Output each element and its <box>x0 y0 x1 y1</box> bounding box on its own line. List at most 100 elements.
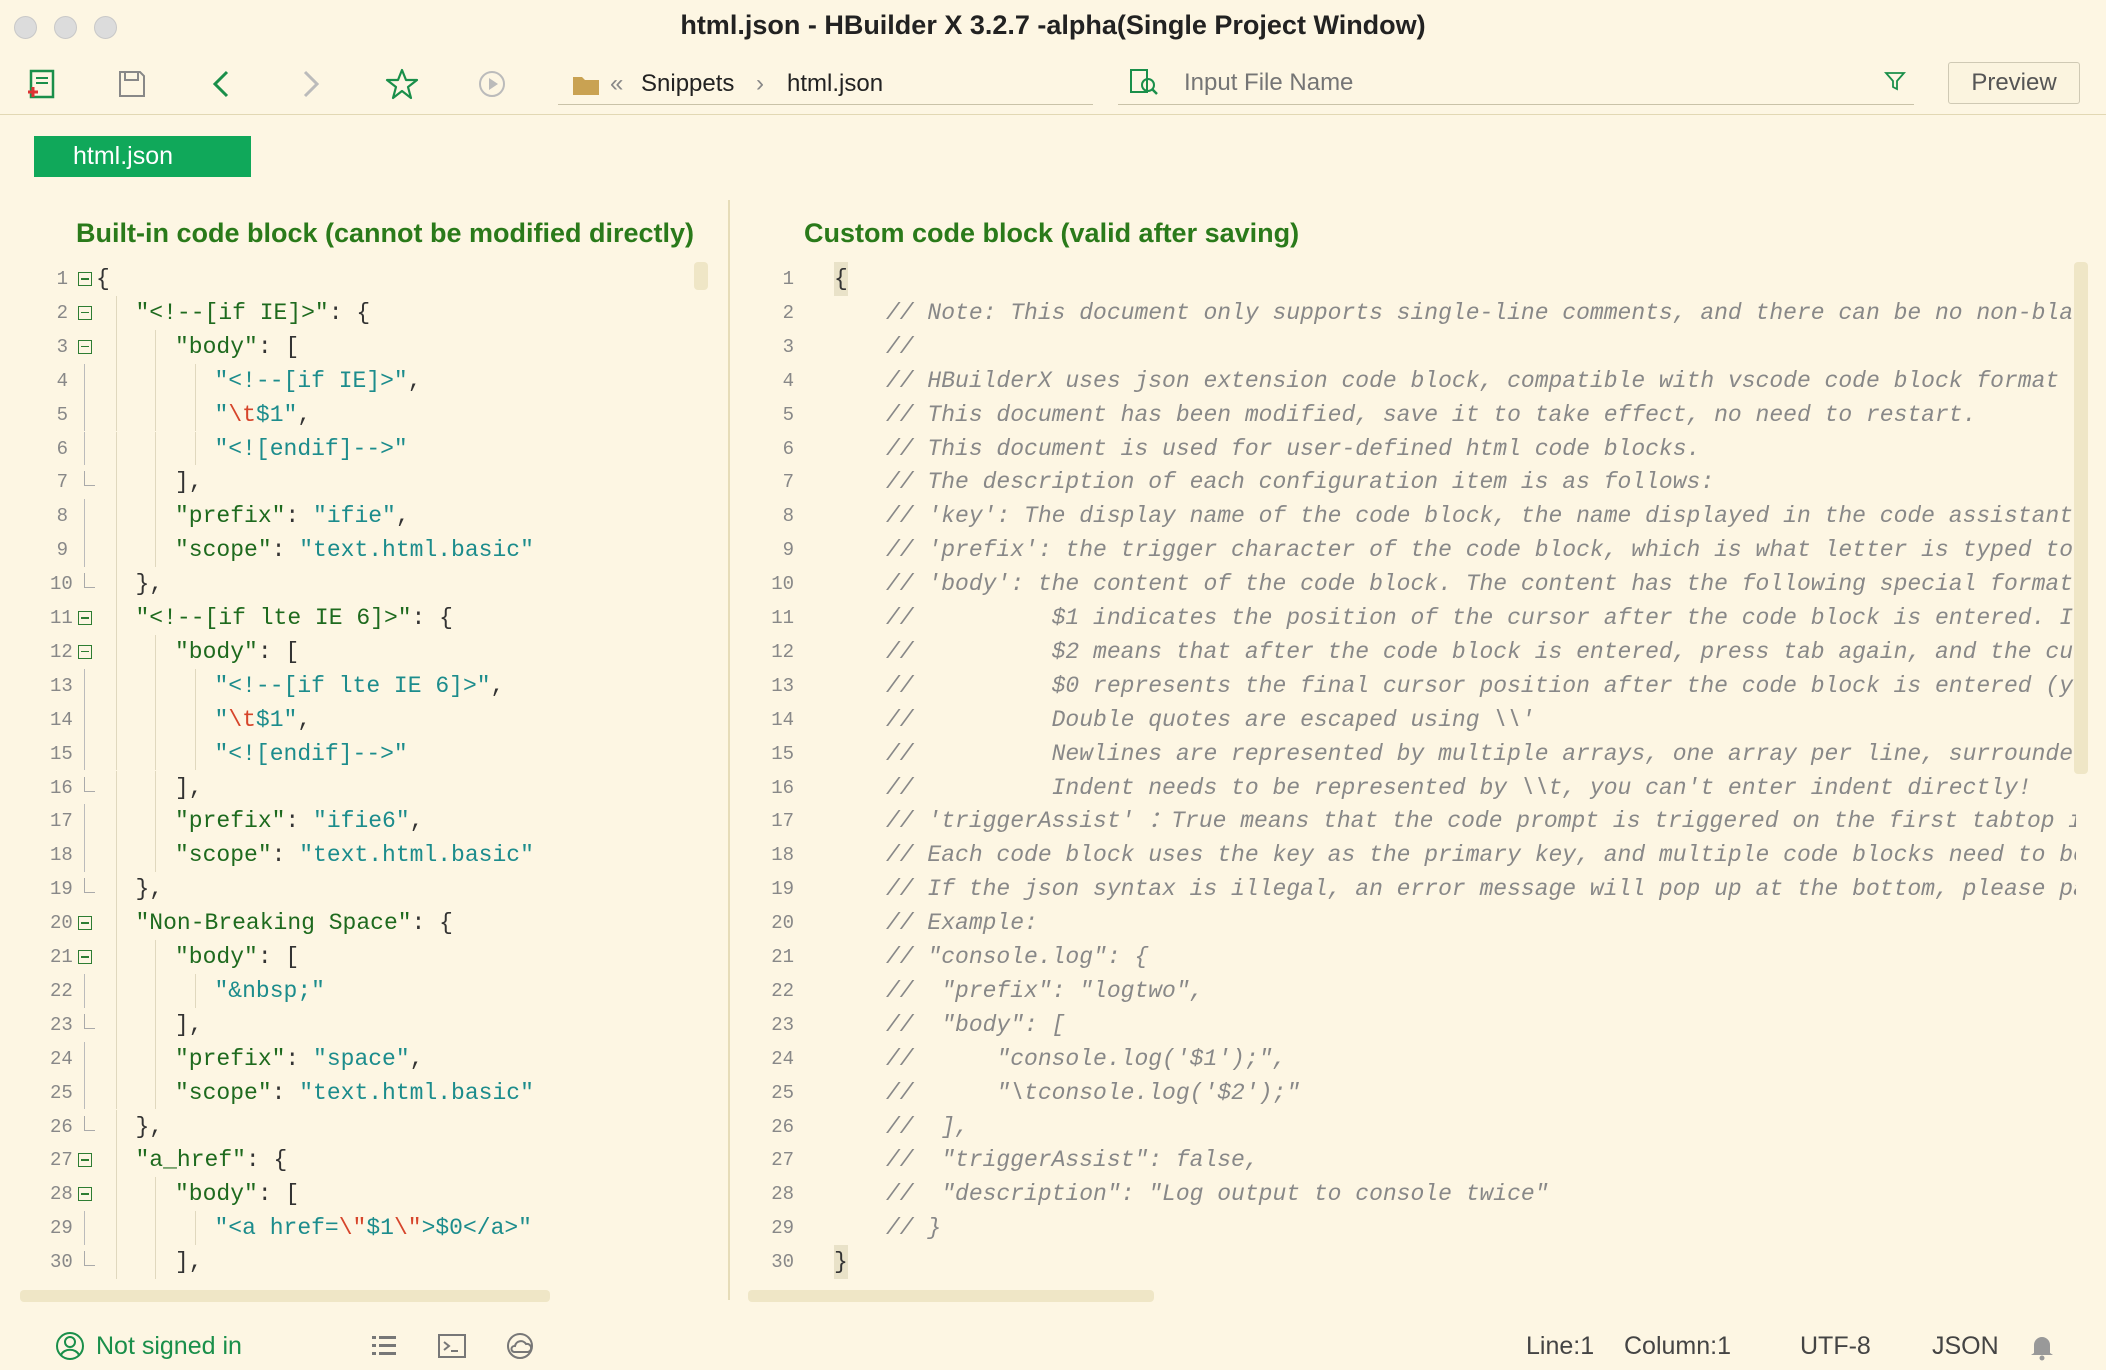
run-icon[interactable] <box>474 66 510 102</box>
signin-status[interactable]: Not signed in <box>96 1332 242 1361</box>
encoding[interactable]: UTF-8 <box>1800 1332 1871 1361</box>
line-number: 7 <box>56 471 68 494</box>
code-line: // This document is used for user-define… <box>886 435 1701 462</box>
code-line: // Example: <box>886 910 1038 937</box>
breadcrumb-folder[interactable]: Snippets <box>641 70 734 98</box>
fold-end-marker <box>84 1115 95 1131</box>
line-number: 15 <box>771 742 794 765</box>
builtin-code-editor[interactable]: 1{2 "<!--[if IE]>": {3 "body": [4 "<!--[if … <box>0 262 728 1282</box>
breadcrumb-chevrons[interactable]: « <box>610 70 623 98</box>
indent-guide <box>155 702 156 737</box>
cloud-icon[interactable] <box>504 1330 536 1362</box>
fold-toggle-icon[interactable] <box>78 339 92 354</box>
indent-guide <box>115 668 117 703</box>
fold-guide <box>84 431 85 466</box>
builtin-vertical-scrollbar[interactable] <box>694 262 708 290</box>
builtin-horizontal-scrollbar[interactable] <box>20 1290 550 1302</box>
code-token: "body" <box>175 638 258 665</box>
line-number: 26 <box>771 1115 794 1138</box>
code-token: "&nbsp;" <box>214 977 325 1004</box>
line-number: 21 <box>771 946 794 968</box>
custom-vertical-scrollbar[interactable] <box>2074 262 2088 774</box>
fold-toggle-icon[interactable] <box>78 950 92 964</box>
bell-icon[interactable] <box>2026 1330 2058 1362</box>
indent-guide <box>115 601 117 635</box>
indent-guide <box>115 1211 117 1246</box>
custom-code-editor[interactable]: 1 {2 // Note: This document only supports … <box>730 262 2076 1282</box>
indent-guide <box>155 634 156 669</box>
indent-guide <box>155 973 156 1008</box>
fold-toggle-icon[interactable] <box>78 644 92 659</box>
fold-end-marker <box>84 776 95 792</box>
indent-guide <box>115 940 117 974</box>
code-token: "<![endif]-->" <box>214 740 408 767</box>
file-name-input[interactable] <box>1182 66 1866 100</box>
indent-guide <box>155 1245 156 1279</box>
breadcrumb-file[interactable]: html.json <box>787 70 883 98</box>
line-number: 5 <box>56 403 68 426</box>
indent-guide <box>155 668 156 703</box>
code-token: : { <box>411 605 453 631</box>
fold-toggle-icon[interactable] <box>78 611 92 625</box>
indent-guide <box>115 329 117 364</box>
line-number: 17 <box>771 810 794 833</box>
fold-toggle-icon[interactable] <box>78 1153 92 1168</box>
code-token: : [ <box>257 944 300 970</box>
code-token: "ifie" <box>313 503 396 530</box>
code-token: \" <box>393 1215 422 1242</box>
list-icon[interactable] <box>368 1330 400 1362</box>
code-token: }, <box>135 571 164 598</box>
cursor-line[interactable]: Line:1 <box>1526 1332 1594 1361</box>
code-token: "<!--[if IE]>" <box>135 299 329 326</box>
indent-guide <box>115 1007 117 1042</box>
indent-guide <box>115 1041 117 1076</box>
line-number: 24 <box>771 1047 794 1070</box>
indent-guide <box>155 804 156 839</box>
fold-toggle-icon[interactable] <box>78 916 92 931</box>
file-search-icon <box>1130 69 1158 95</box>
star-icon[interactable] <box>384 66 420 102</box>
fold-toggle-icon[interactable] <box>78 272 92 286</box>
cursor-column[interactable]: Column:1 <box>1624 1332 1731 1361</box>
indent-guide <box>194 668 196 703</box>
line-number: 27 <box>50 1149 73 1172</box>
save-icon[interactable] <box>114 66 150 102</box>
line-number: 19 <box>50 878 73 901</box>
forward-icon[interactable] <box>292 66 328 102</box>
indent-guide <box>155 1007 156 1042</box>
code-token: "ifie6" <box>313 808 410 835</box>
preview-button[interactable]: Preview <box>1948 62 2080 104</box>
line-number: 1 <box>56 268 68 290</box>
indent-guide <box>155 465 156 500</box>
terminal-icon[interactable] <box>436 1330 468 1362</box>
line-number: 20 <box>50 912 73 935</box>
filter-icon[interactable] <box>1884 70 1906 92</box>
tab-html-json[interactable]: html.json <box>34 136 251 177</box>
fold-toggle-icon[interactable] <box>78 1187 92 1202</box>
new-file-icon[interactable] <box>24 66 60 102</box>
code-token: \" <box>338 1215 367 1242</box>
back-icon[interactable] <box>204 66 240 102</box>
indent-guide <box>155 1041 156 1076</box>
custom-horizontal-scrollbar[interactable] <box>748 1290 1154 1302</box>
fold-end-marker <box>84 1251 95 1267</box>
line-number: 26 <box>50 1115 73 1138</box>
indent-guide <box>115 838 117 873</box>
line-number: 3 <box>782 335 794 358</box>
fold-guide <box>84 973 85 1008</box>
code-token: "<![endif]-->" <box>214 435 408 462</box>
code-token: : <box>285 1045 314 1072</box>
line-number: 30 <box>771 1251 794 1274</box>
indent-guide <box>194 431 196 466</box>
indent-guide <box>115 431 117 466</box>
indent-guide <box>155 770 156 805</box>
indent-guide <box>115 736 117 771</box>
code-line: // $2 means that after the code block is… <box>886 638 2076 665</box>
fold-toggle-icon[interactable] <box>78 305 92 320</box>
fold-guide <box>84 533 85 568</box>
code-token: "<a href= <box>214 1215 339 1242</box>
language-mode[interactable]: JSON <box>1932 1332 1999 1361</box>
line-number: 4 <box>782 369 794 392</box>
indent-guide <box>115 363 117 398</box>
account-icon[interactable] <box>54 1330 86 1362</box>
